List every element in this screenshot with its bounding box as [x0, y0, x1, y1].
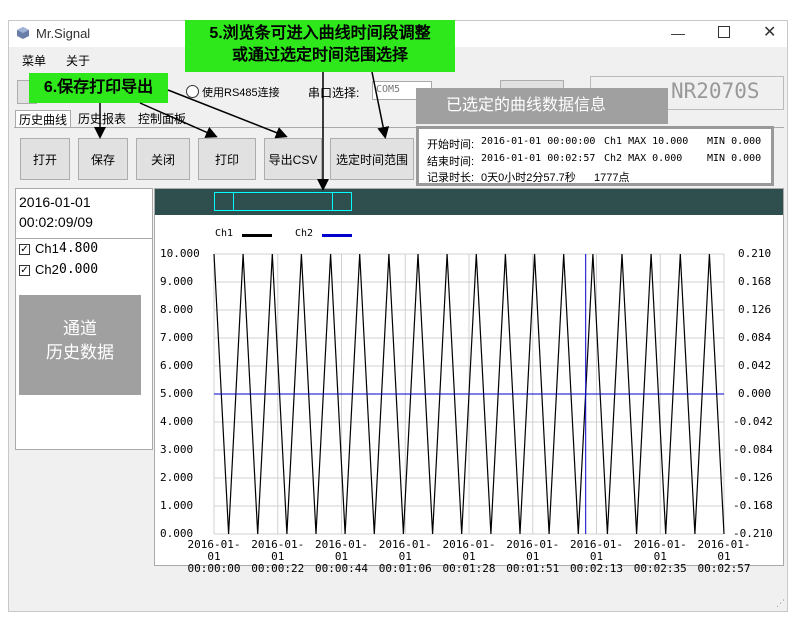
y-right-tick-label: 0.126 [738, 303, 772, 316]
x-tick-date: 2016-01-01 [570, 538, 623, 563]
x-tick-label: 2016-01-01 00:00:22 [248, 539, 308, 575]
y-left-tick-label: 6.000 [160, 359, 194, 372]
y-left-tick-label: 9.000 [160, 275, 194, 288]
y-right-tick-label: -0.042 [733, 415, 773, 428]
callout-browse-line1: 5.浏览条可进入曲线时间段调整 [209, 25, 431, 42]
x-tick-date: 2016-01-01 [251, 538, 305, 563]
y-left-tick-label: 5.000 [160, 387, 194, 400]
x-tick-label: 2016-01-01 00:02:13 [567, 539, 627, 575]
y-left-tick-label: 4.000 [160, 415, 194, 428]
y-right-tick-label: -0.168 [733, 499, 773, 512]
x-tick-label: 2016-01-01 00:02:57 [694, 539, 754, 575]
y-right-tick-label: 0.084 [738, 331, 772, 344]
y-left-tick-label: 2.000 [160, 471, 194, 484]
y-right-tick-label: -0.126 [733, 471, 773, 484]
y-left-tick-label: 1.000 [160, 499, 194, 512]
callout-selected-info: 已选定的曲线数据信息 [416, 88, 668, 124]
x-tick-label: 2016-01-01 00:00:44 [312, 539, 372, 575]
x-tick-label: 2016-01-01 00:01:28 [439, 539, 499, 575]
y-right-tick-label: 0.210 [738, 247, 772, 260]
x-tick-date: 2016-01-01 [506, 538, 560, 563]
y-left-tick-label: 3.000 [160, 443, 194, 456]
y-left-tick-label: 10.000 [160, 247, 200, 260]
x-tick-date: 2016-01-01 [697, 538, 751, 563]
callout-save-print: 6.保存打印导出 [29, 73, 168, 103]
x-tick-date: 2016-01-01 [315, 538, 368, 563]
callout-browse-line2: 或通过选定时间范围选择 [231, 47, 408, 64]
x-tick-date: 2016-01-01 [442, 538, 496, 563]
x-tick-label: 2016-01-01 00:00:00 [184, 539, 244, 575]
resize-grip-icon[interactable]: ⋰ [776, 598, 785, 609]
x-tick-label: 2016-01-01 00:01:06 [375, 539, 435, 575]
y-left-tick-label: 8.000 [160, 303, 194, 316]
y-right-tick-label: 0.000 [738, 387, 772, 400]
x-tick-date: 2016-01-01 [633, 538, 687, 563]
x-tick-time: 00:01:51 [506, 562, 560, 575]
x-tick-time: 00:00:00 [187, 562, 241, 575]
x-tick-time: 00:00:22 [251, 562, 305, 575]
callout-browse-bar: 5.浏览条可进入曲线时间段调整 或通过选定时间范围选择 [185, 20, 455, 72]
x-tick-time: 00:02:13 [570, 562, 623, 575]
y-right-tick-label: 0.042 [738, 359, 772, 372]
y-left-tick-label: 7.000 [160, 331, 194, 344]
x-tick-label: 2016-01-01 00:01:51 [503, 539, 563, 575]
x-tick-label: 2016-01-01 00:02:35 [630, 539, 690, 575]
x-tick-date: 2016-01-01 [378, 538, 432, 563]
x-tick-date: 2016-01-01 [187, 538, 241, 563]
y-right-tick-label: 0.168 [738, 275, 772, 288]
x-tick-time: 00:01:06 [378, 562, 432, 575]
y-right-tick-label: -0.084 [733, 443, 773, 456]
x-tick-time: 00:02:57 [697, 562, 751, 575]
x-tick-time: 00:00:44 [315, 562, 368, 575]
x-tick-time: 00:01:28 [442, 562, 496, 575]
x-tick-time: 00:02:35 [633, 562, 687, 575]
